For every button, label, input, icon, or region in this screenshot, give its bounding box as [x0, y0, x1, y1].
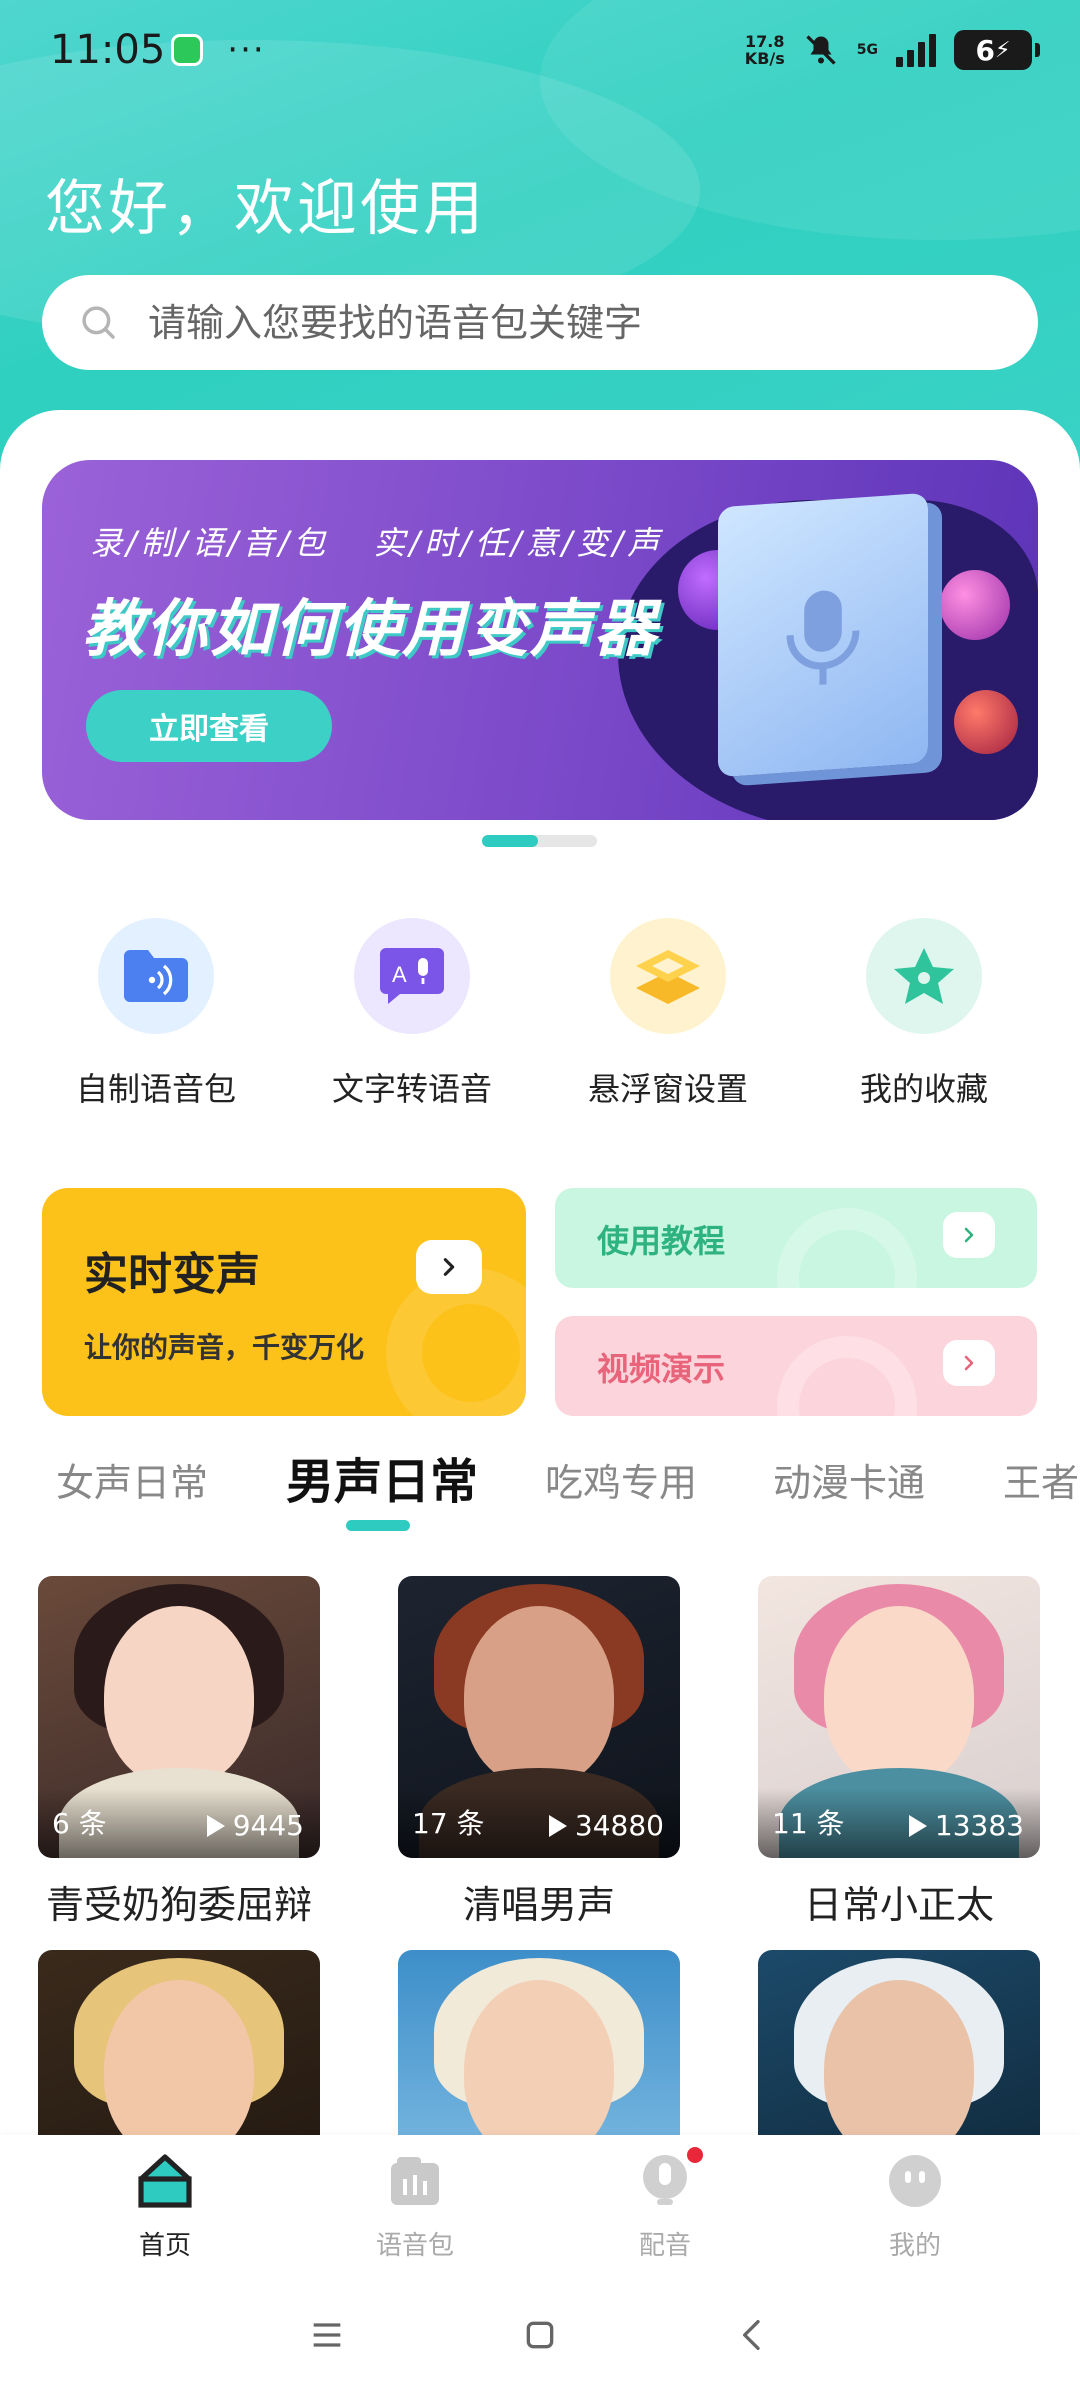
- realtime-voice-change-card[interactable]: 实时变声 让你的声音，千变万化: [42, 1188, 526, 1416]
- tab-male-daily[interactable]: 男声日常: [286, 1442, 478, 1512]
- notification-dot: [687, 2147, 703, 2163]
- active-tab-indicator: [346, 1520, 410, 1531]
- home-icon: [138, 2154, 192, 2208]
- search-icon: [82, 305, 115, 339]
- voice-pack-card[interactable]: [38, 1950, 320, 2135]
- realtime-description: 让你的声音，千变万化: [84, 1331, 365, 1364]
- folder-audio-icon: [124, 950, 188, 1002]
- pack-count: 17 条: [412, 1807, 485, 1840]
- pack-plays: 34880: [548, 1809, 664, 1842]
- status-bar: 11:05 ··· 17.8 KB/s 5G 6 ⚡: [0, 0, 1080, 100]
- pack-thumbnail: 6 条 9445: [38, 1576, 320, 1858]
- quick-action-float-window[interactable]: 悬浮窗设置: [553, 918, 783, 1118]
- play-icon: [548, 1814, 567, 1837]
- tab-female-daily[interactable]: 女声日常: [56, 1452, 208, 1507]
- layers-icon: [636, 950, 700, 1004]
- pack-count: 11 条: [772, 1807, 845, 1840]
- nav-label: 我的: [888, 2231, 941, 2261]
- quick-action-label: 我的收藏: [859, 1070, 988, 1108]
- voice-pack-icon: [391, 2157, 439, 2205]
- tutorial-title: 使用教程: [597, 1222, 726, 1260]
- quick-action-favorites[interactable]: 我的收藏: [809, 918, 1039, 1118]
- voice-pack-card[interactable]: 6 条 9445 青受奶狗委屈辩: [38, 1576, 320, 1929]
- voice-pack-card[interactable]: [758, 1950, 1040, 2135]
- quick-action-custom-pack[interactable]: 自制语音包: [41, 918, 271, 1118]
- nav-dubbing[interactable]: 配音: [565, 2135, 765, 2275]
- chevron-right-icon: [943, 1340, 995, 1386]
- search-bar[interactable]: [42, 275, 1038, 370]
- mute-bell-icon: [806, 35, 836, 65]
- play-icon: [908, 1814, 927, 1837]
- quick-actions: 自制语音包 A 文字转语音 悬浮窗设置 我的收藏: [0, 918, 1080, 1118]
- tab-anime-cartoon[interactable]: 动漫卡通: [773, 1452, 925, 1507]
- play-icon: [206, 1814, 225, 1837]
- search-input[interactable]: [148, 300, 1038, 345]
- pack-thumbnail: [38, 1950, 320, 2135]
- greeting-title: 您好，欢迎使用: [45, 174, 486, 244]
- view-now-button[interactable]: 立即查看: [86, 690, 332, 762]
- quick-action-label: 自制语音包: [75, 1070, 236, 1108]
- system-navigation-bar: [0, 2290, 1080, 2380]
- pack-plays: 13383: [908, 1809, 1024, 1842]
- network-type: 5G: [856, 42, 878, 58]
- carousel-indicator: [482, 835, 597, 847]
- realtime-title: 实时变声: [84, 1249, 260, 1300]
- pack-count: 6 条: [52, 1807, 107, 1840]
- nav-home[interactable]: 首页: [65, 2135, 265, 2275]
- pack-thumbnail: 11 条 13383: [758, 1576, 1040, 1858]
- bottom-navigation: 首页 语音包 配音 我的: [0, 2135, 1080, 2275]
- message-app-icon: [171, 34, 204, 66]
- banner-subtitle: 录/制/语/音/包 实/时/任/意/变/声: [90, 524, 664, 562]
- chevron-right-icon: [416, 1240, 482, 1294]
- pack-name: 青受奶狗委屈辩: [45, 1883, 312, 1927]
- pack-thumbnail: 17 条 34880: [398, 1576, 680, 1858]
- nav-label: 配音: [638, 2231, 691, 2261]
- signal-icon: [896, 33, 936, 67]
- status-time: 11:05: [50, 27, 166, 73]
- quick-action-label: 文字转语音: [331, 1070, 492, 1108]
- pack-name: 日常小正太: [803, 1883, 994, 1927]
- promo-banner[interactable]: 录/制/语/音/包 实/时/任/意/变/声 教你如何使用变声器 立即查看: [42, 460, 1038, 820]
- chevron-right-icon: [943, 1212, 995, 1258]
- voice-pack-card[interactable]: [398, 1950, 680, 2135]
- back-icon[interactable]: [733, 2315, 773, 2355]
- home-button-icon[interactable]: [520, 2315, 560, 2355]
- profile-icon: [889, 2155, 941, 2207]
- microphone-icon: [786, 590, 860, 685]
- pack-name: 清唱男声: [462, 1883, 615, 1927]
- pack-thumbnail: [398, 1950, 680, 2135]
- pack-thumbnail: [758, 1950, 1040, 2135]
- star-icon: [894, 948, 954, 1004]
- nav-profile[interactable]: 我的: [815, 2135, 1015, 2275]
- demo-title: 视频演示: [597, 1350, 726, 1388]
- planet-decoration: [954, 690, 1018, 754]
- voice-book-illustration: [718, 492, 928, 778]
- pack-plays: 9445: [206, 1809, 304, 1842]
- planet-decoration: [940, 570, 1010, 640]
- network-speed: 17.8 KB/s: [744, 32, 785, 68]
- tutorial-card[interactable]: 使用教程: [555, 1188, 1037, 1288]
- nav-label: 首页: [138, 2231, 191, 2261]
- nav-label: 语音包: [375, 2231, 454, 2261]
- video-demo-card[interactable]: 视频演示: [555, 1316, 1037, 1416]
- tab-pubg[interactable]: 吃鸡专用: [545, 1452, 697, 1507]
- battery-icon: 6 ⚡: [954, 30, 1040, 70]
- voice-pack-card[interactable]: 11 条 13383 日常小正太: [758, 1576, 1040, 1929]
- quick-action-label: 悬浮窗设置: [587, 1070, 748, 1108]
- text-to-speech-icon: A: [380, 948, 444, 1004]
- menu-icon[interactable]: [307, 2315, 347, 2355]
- category-tabs: 女声日常 男声日常 吃鸡专用 动漫卡通 王者: [0, 1440, 1080, 1520]
- more-notifications-icon: ···: [227, 30, 266, 70]
- banner-title: 教你如何使用变声器: [82, 592, 659, 665]
- microphone-icon: [643, 2155, 687, 2205]
- svg-text:A: A: [392, 962, 407, 987]
- quick-action-text-to-speech[interactable]: A 文字转语音: [297, 918, 527, 1118]
- nav-voice-pack[interactable]: 语音包: [315, 2135, 515, 2275]
- tab-honor-of-kings[interactable]: 王者: [1003, 1452, 1079, 1507]
- voice-pack-card[interactable]: 17 条 34880 清唱男声: [398, 1576, 680, 1929]
